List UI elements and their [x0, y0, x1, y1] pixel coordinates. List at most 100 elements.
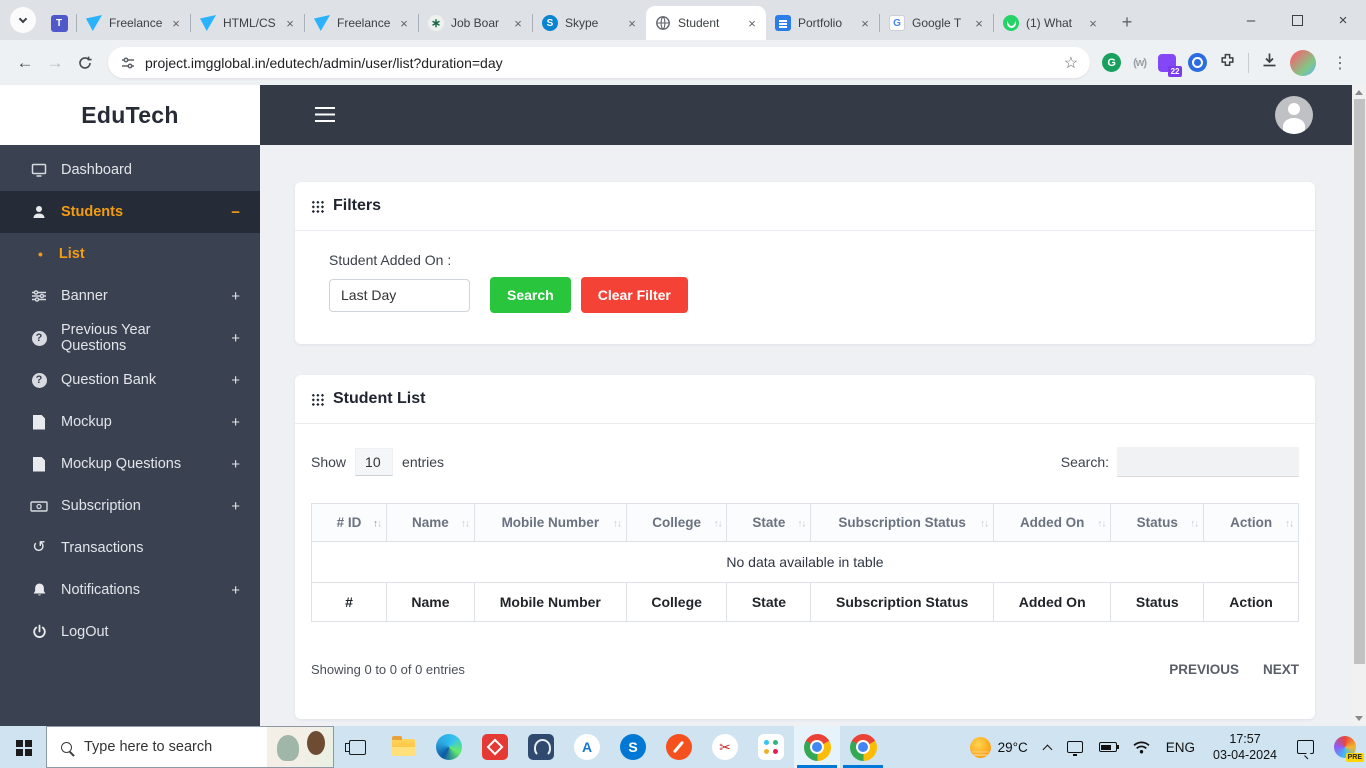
column-header-id[interactable]: # ID ↑↓	[311, 503, 387, 542]
expand-icon[interactable]: +	[231, 288, 240, 305]
dev-app-button[interactable]: A	[564, 726, 610, 768]
tab-job-board[interactable]: ∗ Job Boar ×	[419, 6, 532, 40]
close-icon[interactable]: ×	[168, 15, 184, 31]
close-icon[interactable]: ×	[510, 15, 526, 31]
back-button[interactable]: ←	[10, 48, 40, 78]
page-scrollbar[interactable]	[1352, 85, 1366, 726]
column-header-subscription[interactable]: Subscription Status ↑↓	[810, 503, 994, 542]
page-length-select[interactable]: 10	[355, 448, 394, 476]
search-button[interactable]: Search	[490, 277, 571, 313]
anydesk-button[interactable]	[472, 726, 518, 768]
weather-widget[interactable]: 29°C	[962, 726, 1036, 768]
close-window-button[interactable]: ×	[1320, 0, 1366, 40]
tab-html-css[interactable]: HTML/CS ×	[191, 6, 304, 40]
taskbar-search[interactable]: Type here to search	[46, 726, 334, 768]
copilot-icon[interactable]: PRE	[1334, 736, 1364, 762]
minimize-button[interactable]: –	[1228, 0, 1274, 40]
new-tab-button[interactable]: +	[1113, 8, 1141, 36]
pen-app-button[interactable]	[656, 726, 702, 768]
start-button[interactable]	[0, 726, 46, 768]
expand-icon[interactable]: +	[231, 330, 240, 347]
tab-google-translate[interactable]: G Google T ×	[880, 6, 993, 40]
expand-icon[interactable]: +	[231, 414, 240, 431]
column-header-mobile[interactable]: Mobile Number ↑↓	[473, 503, 627, 542]
close-icon[interactable]: ×	[971, 15, 987, 31]
clear-filter-button[interactable]: Clear Filter	[580, 277, 688, 313]
column-header-college[interactable]: College ↑↓	[625, 503, 728, 542]
sidebar-item-mockup[interactable]: Mockup +	[0, 401, 260, 443]
sidebar-item-students[interactable]: Students −	[0, 191, 260, 233]
wifi-tray-icon[interactable]	[1125, 726, 1158, 768]
action-center-icon[interactable]	[1297, 740, 1314, 754]
tray-expand-button[interactable]	[1036, 726, 1059, 768]
sidebar-item-previous-year-questions[interactable]: ? Previous Year Questions +	[0, 317, 260, 359]
expand-icon[interactable]: +	[231, 582, 240, 599]
extensions-puzzle-icon[interactable]	[1219, 52, 1236, 74]
edge-button[interactable]	[426, 726, 472, 768]
close-icon[interactable]: ×	[282, 15, 298, 31]
column-header-action[interactable]: Action ↑↓	[1203, 503, 1299, 542]
scroll-up-arrow[interactable]	[1355, 90, 1363, 95]
browser-profile-avatar[interactable]	[1290, 49, 1316, 76]
bookmark-star-icon[interactable]: ☆	[1064, 53, 1078, 73]
close-icon[interactable]: ×	[744, 15, 760, 31]
hamburger-menu-icon[interactable]	[315, 106, 337, 124]
student-added-on-input[interactable]	[329, 278, 470, 312]
purple-extension-icon[interactable]: 22	[1158, 53, 1182, 77]
tab-search-button[interactable]	[10, 7, 36, 33]
language-indicator[interactable]: ENG	[1158, 726, 1203, 768]
snipping-tool-button[interactable]: ✂	[702, 726, 748, 768]
next-page-button[interactable]: NEXT	[1263, 662, 1299, 677]
forward-button[interactable]: →	[40, 48, 70, 78]
sidebar-item-transactions[interactable]: ↺ Transactions	[0, 527, 260, 569]
collapse-icon[interactable]: −	[231, 204, 240, 221]
close-icon[interactable]: ×	[1085, 15, 1101, 31]
column-header-name[interactable]: Name ↑↓	[386, 503, 475, 542]
clock[interactable]: 17:57 03-04-2024	[1203, 731, 1287, 764]
sidebar-item-logout[interactable]: LogOut	[0, 611, 260, 653]
scrollbar-thumb[interactable]	[1353, 99, 1365, 664]
expand-icon[interactable]: +	[231, 372, 240, 389]
column-header-state[interactable]: State ↑↓	[726, 503, 812, 542]
address-bar[interactable]: project.imgglobal.in/edutech/admin/user/…	[108, 47, 1091, 78]
downloads-icon[interactable]	[1261, 52, 1278, 73]
previous-page-button[interactable]: PREVIOUS	[1169, 662, 1239, 677]
slack-button[interactable]	[748, 726, 794, 768]
cast-tray-icon[interactable]	[1059, 726, 1091, 768]
chrome-button-active[interactable]	[794, 726, 840, 768]
sidebar-item-notifications[interactable]: Notifications +	[0, 569, 260, 611]
close-icon[interactable]: ×	[857, 15, 873, 31]
file-explorer-button[interactable]	[380, 726, 426, 768]
sidebar-item-mockup-questions[interactable]: Mockup Questions +	[0, 443, 260, 485]
site-settings-icon[interactable]	[120, 55, 136, 71]
user-avatar[interactable]	[1275, 96, 1313, 134]
tab-skype[interactable]: S Skype ×	[533, 6, 646, 40]
column-header-added-on[interactable]: Added On ↑↓	[992, 503, 1112, 542]
blue-extension-icon[interactable]	[1188, 53, 1207, 72]
skype-button[interactable]: S	[610, 726, 656, 768]
scroll-down-arrow[interactable]	[1355, 716, 1363, 721]
close-icon[interactable]: ×	[624, 15, 640, 31]
maximize-button[interactable]	[1274, 0, 1320, 40]
tab-whatsapp[interactable]: (1) What ×	[994, 6, 1107, 40]
sidebar-item-list[interactable]: • List	[0, 233, 260, 275]
sidebar-item-banner[interactable]: Banner +	[0, 275, 260, 317]
column-header-status[interactable]: Status ↑↓	[1110, 503, 1205, 542]
postgresql-button[interactable]	[518, 726, 564, 768]
grammarly-icon[interactable]: G	[1102, 53, 1122, 72]
tab-student-active[interactable]: Student ×	[646, 6, 766, 40]
battery-tray-icon[interactable]	[1091, 726, 1125, 768]
sidebar-item-subscription[interactable]: Subscription +	[0, 485, 260, 527]
expand-icon[interactable]: +	[231, 498, 240, 515]
tab-portfolio[interactable]: Portfolio ×	[766, 6, 879, 40]
sidebar-item-question-bank[interactable]: ? Question Bank +	[0, 359, 260, 401]
sidebar-item-dashboard[interactable]: Dashboard	[0, 149, 260, 191]
tab-freelance-2[interactable]: Freelance ×	[305, 6, 418, 40]
close-icon[interactable]: ×	[396, 15, 412, 31]
chrome-button-2[interactable]	[840, 726, 886, 768]
reload-button[interactable]	[70, 48, 100, 78]
table-search-input[interactable]	[1117, 447, 1299, 477]
tab-pinned-teams[interactable]: T	[42, 6, 76, 40]
browser-menu-icon[interactable]: ⋮	[1328, 53, 1352, 73]
task-view-button[interactable]	[334, 726, 380, 768]
